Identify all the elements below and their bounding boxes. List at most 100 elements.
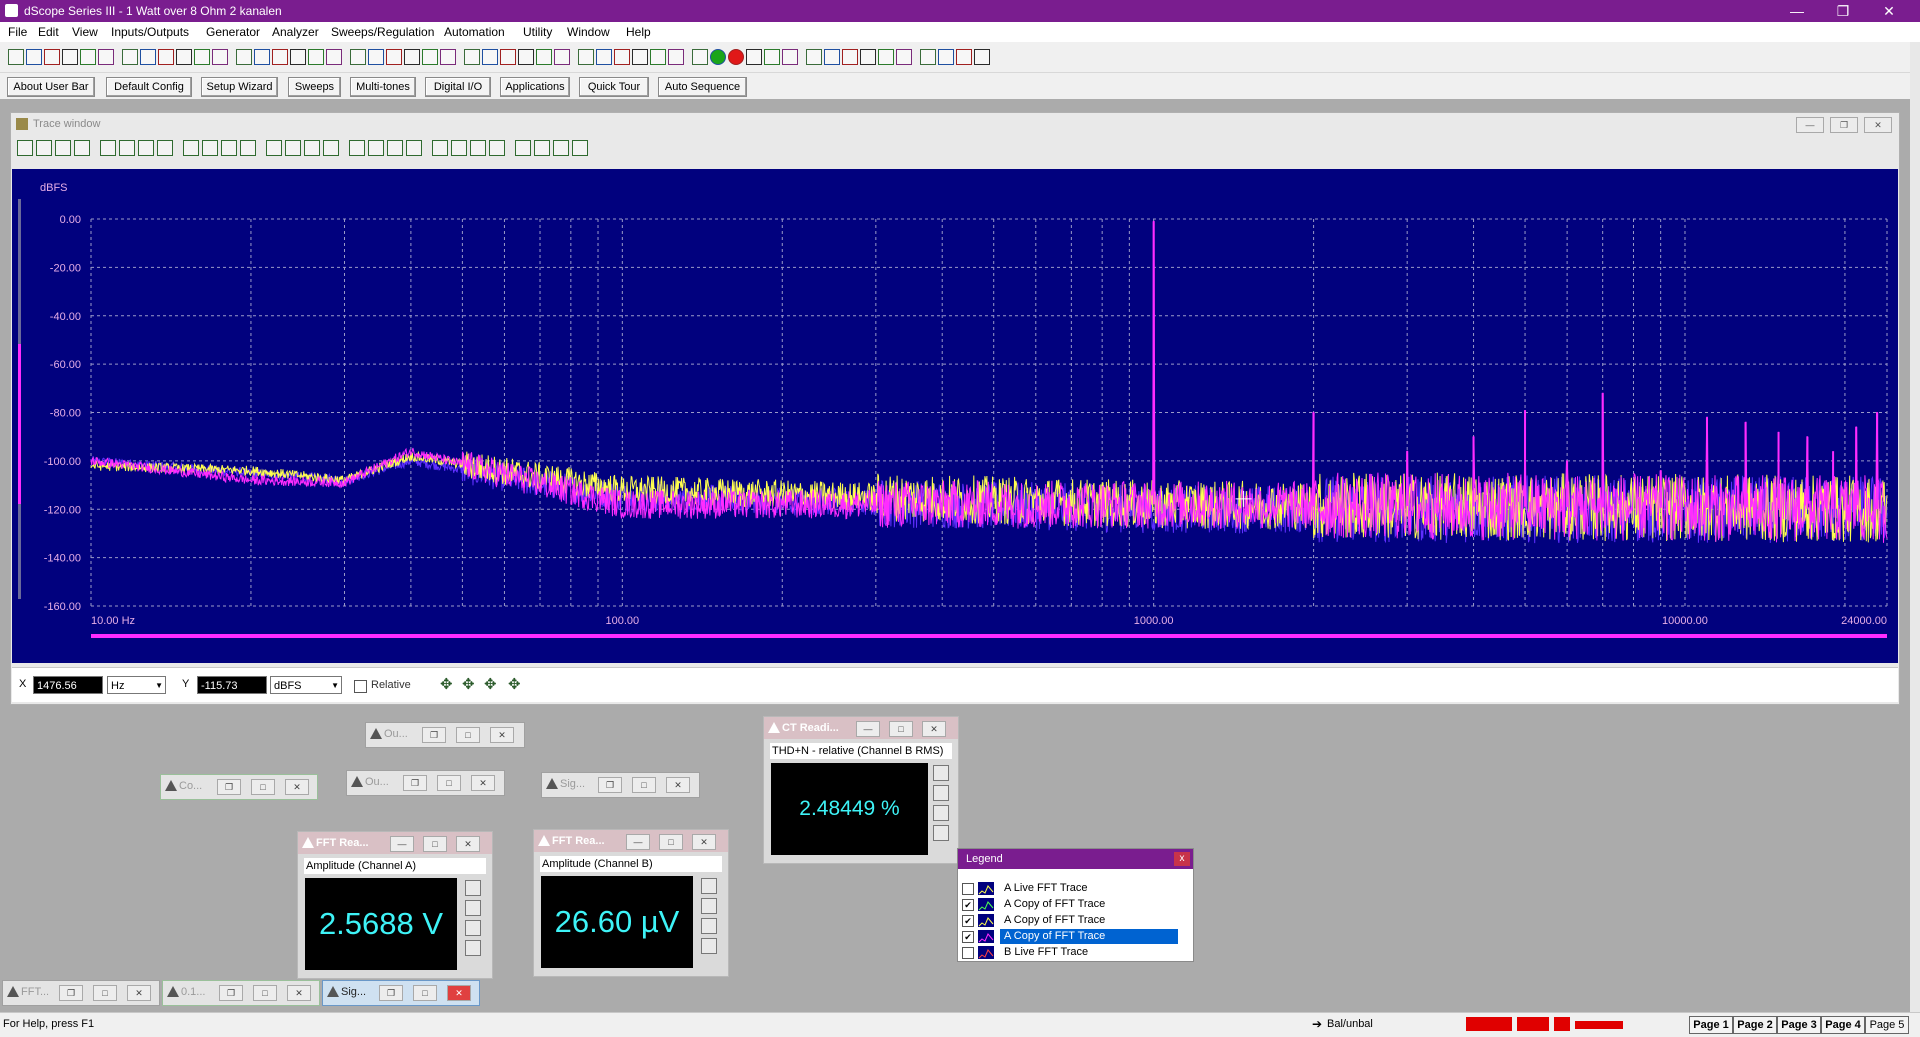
toolbar-icon[interactable] <box>254 49 270 65</box>
mini-maximize-button[interactable]: □ <box>413 985 437 1001</box>
legend-item[interactable]: ✔ A Copy of FFT Trace <box>962 913 1182 928</box>
mini-restore-button[interactable]: ❐ <box>379 985 403 1001</box>
default-config-button[interactable]: Default Config <box>106 77 192 97</box>
toolbar-icon[interactable] <box>80 49 96 65</box>
legend-window[interactable]: Legend x A Live FFT Trace ✔ A Copy of FF… <box>957 848 1194 962</box>
toolbar-icon[interactable] <box>440 49 456 65</box>
toolbar-icon[interactable] <box>614 49 630 65</box>
toolbar-icon[interactable] <box>578 49 594 65</box>
toolbar-icon[interactable] <box>842 49 858 65</box>
trace-tool-icon[interactable] <box>387 140 403 156</box>
toolbar-icon[interactable] <box>710 49 726 65</box>
trace-tool-icon[interactable] <box>36 140 52 156</box>
toolbar-icon[interactable] <box>824 49 840 65</box>
menu-file[interactable]: File <box>8 25 27 39</box>
toolbar-icon[interactable] <box>464 49 480 65</box>
trace-close-button[interactable]: ✕ <box>1864 117 1892 133</box>
trace-tool-icon[interactable] <box>553 140 569 156</box>
toolbar-icon[interactable] <box>938 49 954 65</box>
range-icon[interactable] <box>465 880 481 896</box>
trace-tool-icon[interactable] <box>572 140 588 156</box>
trace-tool-icon[interactable] <box>285 140 301 156</box>
trace-tool-icon[interactable] <box>534 140 550 156</box>
multi-tones-button[interactable]: Multi-tones <box>350 77 416 97</box>
cursor-zoom-icon[interactable]: ✥ <box>508 675 521 693</box>
mini-maximize-button[interactable]: □ <box>456 727 480 743</box>
trace-tool-icon[interactable] <box>489 140 505 156</box>
trace-tool-icon[interactable] <box>183 140 199 156</box>
cursor-y-field[interactable]: -115.73 <box>197 676 267 694</box>
close-button[interactable]: ✕ <box>1866 0 1912 22</box>
toolbar-icon[interactable] <box>386 49 402 65</box>
toolbar-icon[interactable] <box>728 49 744 65</box>
toolbar-icon[interactable] <box>350 49 366 65</box>
mini-maximize-button[interactable]: □ <box>437 775 461 791</box>
toolbar-icon[interactable] <box>650 49 666 65</box>
toolbar-icon[interactable] <box>482 49 498 65</box>
probe-icon[interactable] <box>933 785 949 801</box>
meter-close-button[interactable]: ✕ <box>456 836 480 852</box>
toolbar-icon[interactable] <box>956 49 972 65</box>
trace-tool-icon[interactable] <box>74 140 90 156</box>
setting-mini-window[interactable]: 0.1... ❐ □ ✕ <box>162 980 320 1006</box>
legend-item[interactable]: ✔ A Copy of FFT Trace <box>962 929 1182 944</box>
setup-wizard-button[interactable]: Setup Wizard <box>201 77 278 97</box>
expand-icon[interactable] <box>701 938 717 954</box>
toolbar-icon[interactable] <box>878 49 894 65</box>
menu-sweeps-regulation[interactable]: Sweeps/Regulation <box>331 25 434 39</box>
meter-close-button[interactable]: ✕ <box>922 721 946 737</box>
fft-mini-window[interactable]: FFT... ❐ □ ✕ <box>2 980 160 1006</box>
page-2-tab[interactable]: Page 2 <box>1733 1016 1777 1034</box>
output-mini-window-2[interactable]: Ou... ❐ □ ✕ <box>346 770 505 796</box>
legend-close-button[interactable]: x <box>1174 852 1190 866</box>
toolbar-icon[interactable] <box>140 49 156 65</box>
menu-window[interactable]: Window <box>567 25 610 39</box>
trace-tool-icon[interactable] <box>304 140 320 156</box>
meter-maximize-button[interactable]: □ <box>889 721 913 737</box>
menu-generator[interactable]: Generator <box>206 25 260 39</box>
trace-tool-icon[interactable] <box>406 140 422 156</box>
fft-plot-area[interactable]: 0.00 -20.00 -40.00 -60.00 -80.00 -100.00 -120.… <box>12 169 1898 663</box>
toolbar-icon[interactable] <box>8 49 24 65</box>
mini-maximize-button[interactable]: □ <box>93 985 117 1001</box>
menu-view[interactable]: View <box>72 25 98 39</box>
toolbar-icon[interactable] <box>326 49 342 65</box>
toolbar-icon[interactable] <box>194 49 210 65</box>
chart-icon[interactable] <box>933 805 949 821</box>
chart-icon[interactable] <box>701 918 717 934</box>
toolbar-icon[interactable] <box>404 49 420 65</box>
menu-edit[interactable]: Edit <box>38 25 59 39</box>
chart-icon[interactable] <box>465 920 481 936</box>
trace-tool-icon[interactable] <box>266 140 282 156</box>
toolbar-icon[interactable] <box>860 49 876 65</box>
mini-restore-button[interactable]: ❐ <box>219 985 243 1001</box>
meter-minimize-button[interactable]: — <box>626 834 650 850</box>
meter-minimize-button[interactable]: — <box>856 721 880 737</box>
signal-mini-window-active[interactable]: Sig... ❐ □ ✕ <box>322 980 480 1006</box>
trace-tool-icon[interactable] <box>515 140 531 156</box>
quick-tour-button[interactable]: Quick Tour <box>579 77 649 97</box>
range-icon[interactable] <box>933 765 949 781</box>
toolbar-icon[interactable] <box>236 49 252 65</box>
trace-tool-icon[interactable] <box>221 140 237 156</box>
page-4-tab[interactable]: Page 4 <box>1821 1016 1865 1034</box>
page-3-tab[interactable]: Page 3 <box>1777 1016 1821 1034</box>
mini-close-button[interactable]: ✕ <box>287 985 311 1001</box>
menu-analyzer[interactable]: Analyzer <box>272 25 319 39</box>
toolbar-icon[interactable] <box>368 49 384 65</box>
legend-checkbox[interactable]: ✔ <box>962 931 974 943</box>
trace-tool-icon[interactable] <box>100 140 116 156</box>
trace-minimize-button[interactable]: — <box>1796 117 1824 133</box>
relative-checkbox[interactable] <box>354 680 367 693</box>
toolbar-icon[interactable] <box>422 49 438 65</box>
cursor-x-unit-select[interactable]: Hz ▼ <box>107 676 166 694</box>
trace-tool-icon[interactable] <box>157 140 173 156</box>
cursor-move-icon[interactable]: ✥ <box>462 675 475 693</box>
auto-sequence-button[interactable]: Auto Sequence <box>658 77 747 97</box>
meter-maximize-button[interactable]: □ <box>423 836 447 852</box>
about-user-bar-button[interactable]: About User Bar <box>7 77 95 97</box>
signal-mini-window[interactable]: Sig... ❐ □ ✕ <box>541 772 700 798</box>
config-mini-window[interactable]: Co... ❐ □ ✕ <box>160 774 318 800</box>
mini-maximize-button[interactable]: □ <box>251 779 275 795</box>
mini-close-button[interactable]: ✕ <box>490 727 514 743</box>
